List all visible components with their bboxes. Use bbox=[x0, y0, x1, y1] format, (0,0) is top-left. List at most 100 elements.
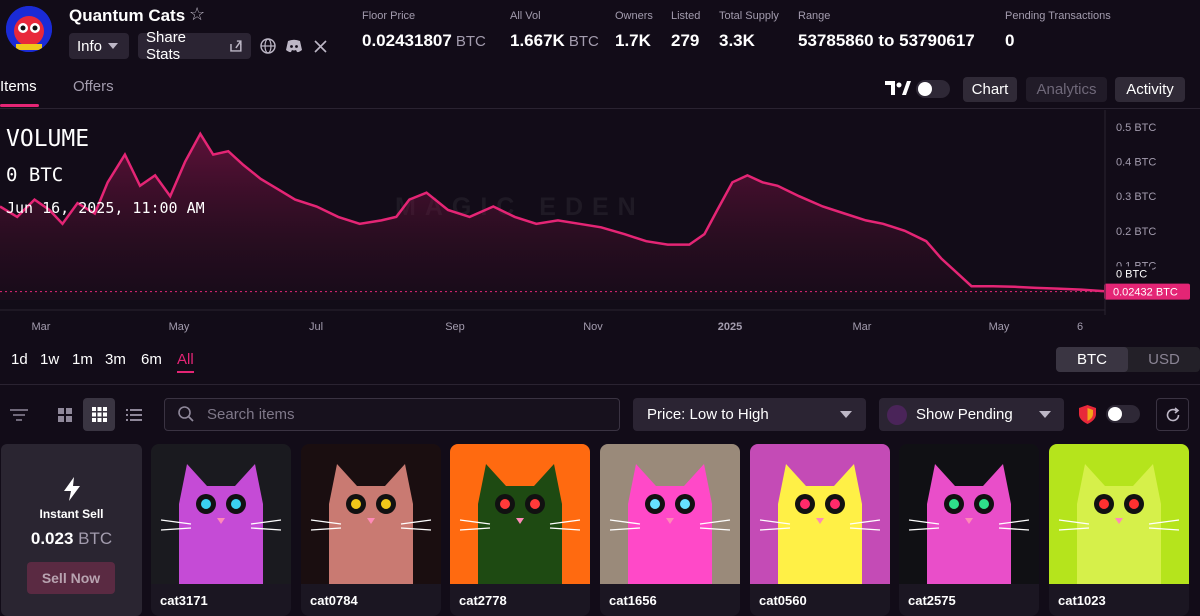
tabs-divider bbox=[0, 108, 1200, 109]
chart-metric-value: 0 BTC bbox=[6, 164, 64, 186]
y-tick-label: 0.2 BTC bbox=[1116, 226, 1156, 238]
chart-metric-date: Jun 16, 2025, 11:00 AM bbox=[6, 199, 205, 217]
x-tick-label: Mar bbox=[853, 321, 872, 333]
nft-card[interactable]: cat0560 bbox=[750, 444, 890, 616]
stat-floor-value: 0.02431807 BTC bbox=[362, 31, 486, 50]
nft-image bbox=[450, 444, 590, 584]
chart-button[interactable]: Chart bbox=[963, 77, 1017, 102]
stat-pending-value: 0 bbox=[1005, 31, 1015, 50]
shield-toggle[interactable] bbox=[1106, 405, 1140, 423]
show-pending-select[interactable]: Show Pending bbox=[879, 398, 1064, 431]
x-twitter-icon[interactable] bbox=[311, 37, 329, 55]
grid-large-icon[interactable] bbox=[49, 398, 81, 431]
stat-pending-label: Pending Transactions bbox=[1005, 10, 1111, 22]
search-icon bbox=[178, 406, 194, 427]
stat-volume-value: 1.667K BTC bbox=[510, 31, 599, 50]
nft-name: cat1656 bbox=[609, 593, 657, 608]
nft-name: cat2778 bbox=[459, 593, 507, 608]
instant-sell-card: Instant Sell 0.023 BTC Sell Now bbox=[1, 444, 142, 616]
sell-now-button[interactable]: Sell Now bbox=[27, 562, 115, 594]
range-3m[interactable]: 3m bbox=[105, 351, 126, 368]
nft-card[interactable]: cat3171 bbox=[151, 444, 291, 616]
nft-image bbox=[899, 444, 1039, 584]
cursor-value-label: 0 BTC bbox=[1116, 268, 1147, 280]
collection-avatar bbox=[6, 6, 52, 52]
info-dropdown[interactable]: Info bbox=[69, 33, 129, 59]
chevron-down-icon bbox=[840, 411, 852, 418]
stat-volume-label: All Vol bbox=[510, 10, 541, 22]
nft-name: cat0560 bbox=[759, 593, 807, 608]
nft-card[interactable]: cat2575 bbox=[899, 444, 1039, 616]
currency-usd[interactable]: USD bbox=[1128, 347, 1200, 372]
chart-metric-title: VOLUME bbox=[6, 126, 90, 152]
active-tab-indicator bbox=[0, 104, 39, 107]
nft-card[interactable]: cat1656 bbox=[600, 444, 740, 616]
grid-small-icon[interactable] bbox=[83, 398, 115, 431]
x-tick-label: Jul bbox=[309, 321, 323, 333]
nft-card[interactable]: cat0784 bbox=[301, 444, 441, 616]
range-1d[interactable]: 1d bbox=[11, 351, 28, 368]
sort-label: Price: Low to High bbox=[647, 406, 769, 423]
chart-divider bbox=[0, 384, 1200, 385]
tab-offers[interactable]: Offers bbox=[73, 78, 114, 95]
star-icon[interactable]: ☆ bbox=[189, 4, 205, 25]
stat-range-value: 53785860 to 53790617 bbox=[798, 31, 975, 50]
y-tick-label: 0.5 BTC bbox=[1116, 122, 1156, 134]
x-tick-label: May bbox=[989, 321, 1010, 333]
stat-owners-value: 1.7K bbox=[615, 31, 651, 50]
tradingview-toggle[interactable] bbox=[916, 80, 950, 98]
stat-supply-label: Total Supply bbox=[719, 10, 779, 22]
stat-listed-value: 279 bbox=[671, 31, 700, 50]
stat-range-label: Range bbox=[798, 10, 831, 22]
globe-icon[interactable] bbox=[259, 37, 277, 55]
show-pending-label: Show Pending bbox=[916, 406, 1013, 423]
x-tick-label: 2025 bbox=[718, 321, 742, 333]
tradingview-icon bbox=[885, 81, 911, 100]
range-1w[interactable]: 1w bbox=[40, 351, 59, 368]
range-active-indicator bbox=[177, 371, 194, 373]
nft-name: cat2575 bbox=[908, 593, 956, 608]
stat-supply-value: 3.3K bbox=[719, 31, 755, 50]
instant-sell-price: 0.023 BTC bbox=[30, 529, 113, 548]
nft-image bbox=[301, 444, 441, 584]
x-tick-label: May bbox=[169, 321, 190, 333]
search-input[interactable]: Search items bbox=[207, 406, 295, 423]
nft-image bbox=[750, 444, 890, 584]
x-tick-label: Mar bbox=[32, 321, 51, 333]
pending-icon bbox=[887, 405, 907, 425]
y-tick-label: 0.4 BTC bbox=[1116, 157, 1156, 169]
chevron-down-icon bbox=[1039, 411, 1051, 418]
shield-icon bbox=[1079, 405, 1096, 429]
nft-image bbox=[600, 444, 740, 584]
currency-btc[interactable]: BTC bbox=[1056, 347, 1128, 372]
lightning-icon bbox=[64, 477, 80, 501]
nft-card[interactable]: cat2778 bbox=[450, 444, 590, 616]
filter-icon[interactable] bbox=[1, 398, 37, 431]
analytics-button[interactable]: Analytics bbox=[1026, 77, 1107, 102]
volume-chart[interactable]: Mar May Jul Sep Nov 2025 Mar May 6 0.5 BTC 0.4 BT… bbox=[0, 110, 1200, 340]
nft-image bbox=[1049, 444, 1189, 584]
floor-price-label: 0.02432 BTC bbox=[1113, 287, 1178, 299]
instant-sell-title: Instant Sell bbox=[39, 507, 104, 521]
y-tick-label: 0.3 BTC bbox=[1116, 191, 1156, 203]
discord-icon[interactable] bbox=[285, 37, 303, 55]
stat-owners-label: Owners bbox=[615, 10, 653, 22]
nft-card[interactable]: cat1023 bbox=[1049, 444, 1189, 616]
collection-title: Quantum Cats bbox=[69, 6, 186, 25]
x-tick-label: Nov bbox=[583, 321, 603, 333]
sort-select[interactable]: Price: Low to High bbox=[633, 398, 866, 431]
share-stats-label: Share Stats bbox=[146, 29, 187, 63]
range-1m[interactable]: 1m bbox=[72, 351, 93, 368]
info-label: Info bbox=[77, 37, 103, 55]
nft-image bbox=[151, 444, 291, 584]
activity-button[interactable]: Activity bbox=[1115, 77, 1185, 102]
list-view-icon[interactable] bbox=[118, 398, 150, 431]
x-tick-label: 6 bbox=[1077, 321, 1083, 333]
range-all[interactable]: All bbox=[177, 351, 194, 368]
range-6m[interactable]: 6m bbox=[141, 351, 162, 368]
share-stats-button[interactable]: Share Stats bbox=[138, 29, 251, 63]
stat-listed-label: Listed bbox=[671, 10, 701, 22]
tab-items[interactable]: Items bbox=[0, 78, 37, 95]
nft-name: cat1023 bbox=[1058, 593, 1106, 608]
refresh-icon[interactable] bbox=[1156, 398, 1189, 431]
